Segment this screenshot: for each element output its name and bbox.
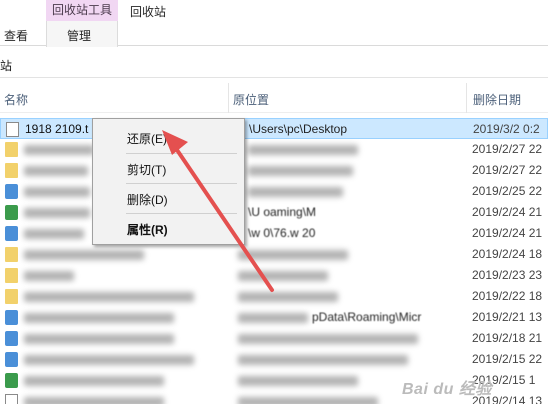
original-location: \w 0\76.w 20: [248, 226, 316, 240]
table-row[interactable]: 2019/2/22 18: [0, 286, 548, 307]
file-name: 1918 2109.t: [25, 122, 89, 136]
app-icon: [5, 184, 18, 199]
recycle-bin-tools-group: 回收站工具: [46, 0, 118, 21]
app-icon: [5, 331, 18, 346]
menu-separator: [126, 213, 237, 214]
blurred-name: [24, 292, 194, 302]
menu-item-label: 属性(R): [127, 223, 168, 237]
date-deleted: 2019/2/22 18: [472, 289, 543, 303]
blurred-name: [24, 250, 144, 260]
blurred-location: [248, 145, 358, 155]
menu-item-restore[interactable]: 还原(E): [94, 126, 243, 148]
table-row[interactable]: 2019/2/23 23: [0, 265, 548, 286]
date-deleted: 2019/2/27 22: [472, 142, 543, 156]
blurred-location: [238, 292, 338, 302]
menu-item-label: 删除(D): [127, 193, 168, 207]
table-row[interactable]: 2019/2/24 18: [0, 244, 548, 265]
folder-icon: [5, 289, 18, 304]
app-icon: [5, 226, 18, 241]
app-icon: [5, 310, 18, 325]
menu-separator: [126, 183, 237, 184]
blurred-name: [24, 397, 164, 404]
date-deleted: 2019/2/15 22: [472, 352, 543, 366]
date-deleted: 2019/2/21 13: [472, 310, 543, 324]
blurred-location: [238, 313, 308, 323]
table-row[interactable]: 2019/2/18 21: [0, 328, 548, 349]
menu-separator: [126, 153, 237, 154]
column-header-original-location[interactable]: 原位置: [233, 91, 269, 108]
tab-view[interactable]: 查看: [4, 28, 28, 44]
folder-icon: [5, 268, 18, 283]
blurred-location: [238, 355, 408, 365]
ribbon: 回收站工具 查看 管理 回收站: [0, 0, 548, 47]
blurred-name: [24, 166, 88, 176]
folder-icon: [5, 163, 18, 178]
table-row[interactable]: 1918 2109.t \Users\pc\Desktop 2019/3/2 0…: [0, 118, 548, 139]
date-deleted: 2019/2/24 18: [472, 247, 543, 261]
address-path: 站: [0, 59, 13, 73]
date-deleted: 2019/3/2 0:2: [473, 122, 540, 136]
original-location: pData\Roaming\Micr: [312, 310, 422, 324]
file-list: 1918 2109.t \Users\pc\Desktop 2019/3/2 0…: [0, 115, 548, 404]
date-deleted: 2019/2/27 22: [472, 163, 543, 177]
blurred-location: [248, 166, 353, 176]
blurred-location: [248, 187, 343, 197]
blurred-name: [24, 271, 74, 281]
table-row[interactable]: \U oaming\M 2019/2/24 21: [0, 202, 548, 223]
menu-item-properties[interactable]: 属性(R): [94, 217, 243, 239]
blurred-location: [238, 397, 378, 404]
date-deleted: 2019/2/18 21: [472, 331, 543, 345]
column-divider[interactable]: [228, 83, 229, 113]
menu-item-label: 剪切(T): [127, 163, 167, 177]
tab-manage[interactable]: 管理: [67, 28, 91, 44]
date-deleted: 2019/2/24 21: [472, 205, 543, 219]
blurred-name: [24, 334, 174, 344]
column-divider[interactable]: [466, 83, 467, 113]
blurred-location: [238, 250, 348, 260]
text-file-icon: [5, 394, 18, 404]
folder-icon: [5, 247, 18, 262]
menu-item-cut[interactable]: 剪切(T): [94, 157, 243, 179]
blurred-location: [238, 271, 328, 281]
blurred-name: [24, 376, 164, 386]
blurred-location: [238, 376, 358, 386]
app-icon: [5, 373, 18, 388]
blurred-location: [238, 334, 418, 344]
date-deleted: 2019/2/25 22: [472, 184, 543, 198]
address-bar[interactable]: 站: [0, 51, 548, 78]
table-row[interactable]: 2019/2/25 22: [0, 181, 548, 202]
blurred-name: [24, 229, 84, 239]
blurred-name: [24, 355, 194, 365]
column-header-date-deleted[interactable]: 删除日期: [473, 91, 521, 108]
table-row[interactable]: \w 0\76.w 20 2019/2/24 21: [0, 223, 548, 244]
watermark: Bai du 经验: [402, 381, 492, 398]
date-deleted: 2019/2/24 21: [472, 226, 543, 240]
tab-recycle-bin[interactable]: 回收站: [130, 4, 166, 20]
table-row[interactable]: 2019/2/15 22: [0, 349, 548, 370]
date-deleted: 2019/2/23 23: [472, 268, 543, 282]
table-row[interactable]: 2019/2/27 22: [0, 160, 548, 181]
folder-icon: [5, 142, 18, 157]
table-row[interactable]: pData\Roaming\Micr 2019/2/21 13: [0, 307, 548, 328]
table-row[interactable]: 2019/2/27 22: [0, 139, 548, 160]
app-icon: [5, 205, 18, 220]
blurred-name: [24, 187, 90, 197]
menu-item-label: 还原(E): [127, 132, 167, 146]
menu-item-delete[interactable]: 删除(D): [94, 187, 243, 209]
column-header-name[interactable]: 名称: [4, 91, 28, 108]
original-location: \U oaming\M: [248, 205, 317, 219]
blurred-name: [24, 208, 90, 218]
column-headers: 名称 原位置 删除日期: [0, 83, 548, 113]
app-icon: [5, 352, 18, 367]
context-menu: 还原(E) 剪切(T) 删除(D) 属性(R): [92, 118, 245, 245]
blurred-name: [24, 313, 174, 323]
original-location: \Users\pc\Desktop: [249, 122, 348, 136]
text-file-icon: [6, 122, 19, 137]
blurred-name: [24, 145, 94, 155]
